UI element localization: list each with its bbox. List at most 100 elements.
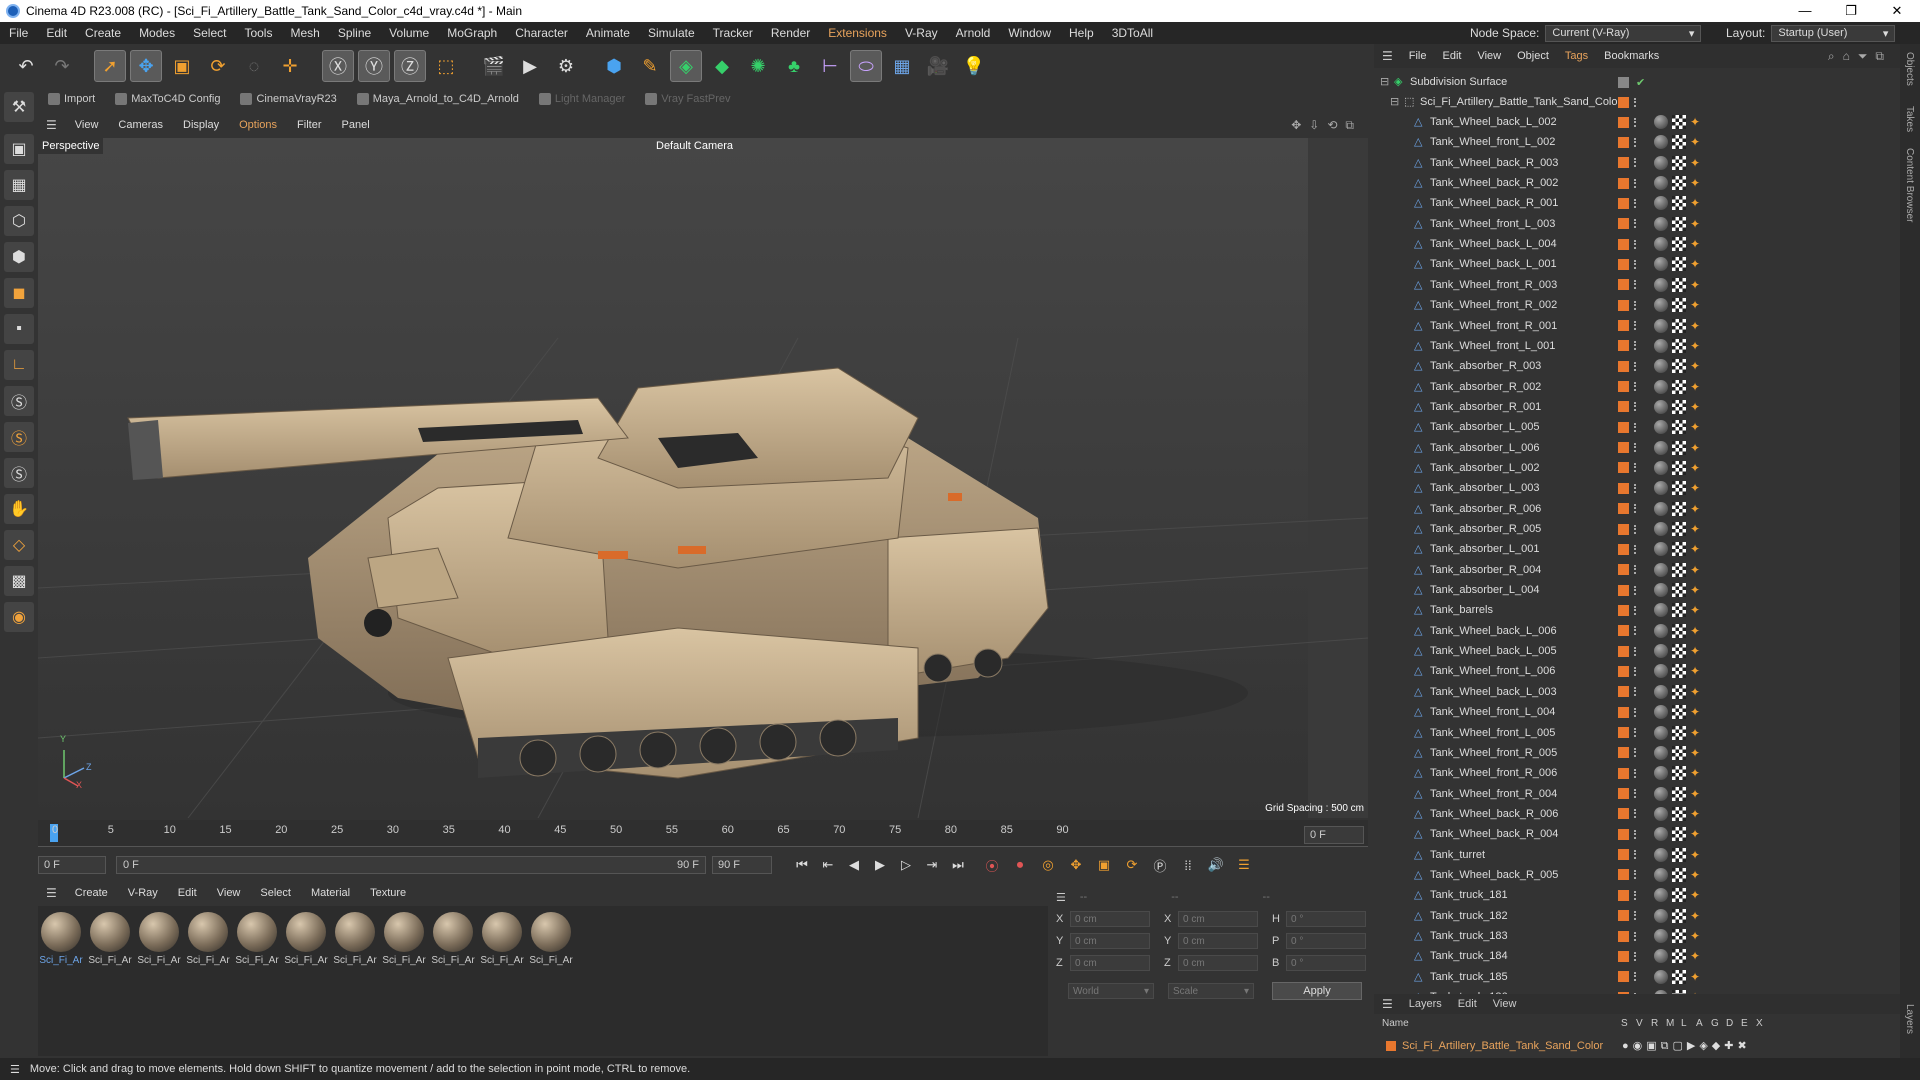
tree-row[interactable]: △ Tank_absorber_L_001 ✦: [1374, 539, 1884, 559]
material-tag-icon[interactable]: [1654, 318, 1668, 333]
uvw-tag-icon[interactable]: [1672, 827, 1686, 842]
tree-row[interactable]: △ Tank_Wheel_back_R_001 ✦: [1374, 193, 1884, 213]
tree-row[interactable]: △ Tank_Wheel_front_R_004 ✦: [1374, 784, 1884, 804]
material-menu-v-ray[interactable]: V-Ray: [118, 887, 168, 899]
layout-dropdown[interactable]: Startup (User) ▾: [1771, 24, 1896, 42]
viewport-menu-filter[interactable]: Filter: [287, 119, 331, 131]
menu-modes[interactable]: Modes: [130, 26, 184, 40]
tree-row-group[interactable]: ⊟ ⬚ Sci_Fi_Artillery_Battle_Tank_Sand_Co…: [1374, 92, 1884, 112]
tree-row[interactable]: △ Tank_truck_185 ✦: [1374, 967, 1884, 987]
tree-row[interactable]: △ Tank_Wheel_front_R_003 ✦: [1374, 275, 1884, 295]
layer-column-v[interactable]: V: [1636, 1018, 1643, 1029]
material-tag-icon[interactable]: [1654, 603, 1668, 618]
visibility-dots-icon[interactable]: [1634, 565, 1638, 575]
render-settings-icon[interactable]: ⚙: [550, 50, 582, 82]
menu-mesh[interactable]: Mesh: [281, 26, 328, 40]
visibility-dots-icon[interactable]: [1634, 341, 1638, 351]
phong-tag-icon[interactable]: ✦: [1690, 807, 1700, 821]
material-tag-icon[interactable]: [1654, 969, 1668, 984]
enabled-check-icon[interactable]: ✔: [1636, 76, 1645, 89]
visibility-dots-icon[interactable]: [1634, 219, 1638, 229]
tree-row[interactable]: △ Tank_Wheel_front_R_001 ✦: [1374, 316, 1884, 336]
frame-range-slider[interactable]: 0 F 90 F: [116, 856, 706, 874]
uv-mode-icon[interactable]: ▪: [4, 314, 34, 344]
visibility-dots-icon[interactable]: [1634, 870, 1638, 880]
coord-rotation-field[interactable]: 0 °: [1286, 933, 1366, 949]
visibility-dots-icon[interactable]: [1634, 321, 1638, 330]
close-button[interactable]: ✕: [1874, 0, 1920, 22]
material-menu-select[interactable]: Select: [250, 887, 301, 899]
visibility-dots-icon[interactable]: [1634, 768, 1638, 778]
uvw-tag-icon[interactable]: [1672, 399, 1686, 414]
tree-row[interactable]: △ Tank_truck_183 ✦: [1374, 926, 1884, 946]
material-tag-icon[interactable]: [1654, 867, 1668, 882]
menu-render[interactable]: Render: [762, 26, 819, 40]
material-tag-icon[interactable]: [1654, 115, 1668, 129]
add-object-icon[interactable]: ✛: [274, 50, 306, 82]
tab-takes[interactable]: Takes: [1904, 106, 1915, 132]
material-tag-icon[interactable]: [1654, 827, 1668, 842]
tree-row[interactable]: △ Tank_truck_184 ✦: [1374, 946, 1884, 966]
node-space-dropdown[interactable]: Current (V-Ray) ▾: [1545, 24, 1702, 42]
undo-icon[interactable]: ↶: [10, 50, 42, 82]
material-tag-icon[interactable]: [1654, 847, 1668, 862]
material-tag-icon[interactable]: [1654, 623, 1668, 638]
visibility-dots-icon[interactable]: [1634, 178, 1638, 188]
material-tag-icon[interactable]: [1654, 216, 1668, 231]
menu-help[interactable]: Help: [1060, 26, 1103, 40]
uvw-tag-icon[interactable]: [1672, 420, 1686, 435]
material-tag-icon[interactable]: [1654, 277, 1668, 292]
tree-row[interactable]: △ Tank_absorber_R_003 ✦: [1374, 356, 1884, 376]
uvw-tag-icon[interactable]: [1672, 745, 1686, 760]
menu-select[interactable]: Select: [184, 26, 235, 40]
phong-tag-icon[interactable]: ✦: [1690, 726, 1700, 740]
phong-tag-icon[interactable]: ✦: [1690, 644, 1700, 658]
uvw-tag-icon[interactable]: [1672, 522, 1686, 536]
tree-row[interactable]: △ Tank_Wheel_back_R_003 ✦: [1374, 153, 1884, 173]
tweak-mode-icon[interactable]: ✋: [4, 494, 34, 524]
field-icon[interactable]: ⬭: [850, 50, 882, 82]
coord-rotation-field[interactable]: 0 °: [1286, 955, 1366, 971]
visibility-dots-icon[interactable]: [1634, 137, 1638, 147]
snapping-icon[interactable]: Ⓢ: [4, 386, 34, 416]
phong-tag-icon[interactable]: ✦: [1690, 848, 1700, 862]
make-editable-icon[interactable]: ⚒: [4, 92, 34, 122]
object-menu-file[interactable]: File: [1401, 50, 1435, 62]
timeline-window-icon[interactable]: ☰: [1232, 854, 1256, 876]
tree-row[interactable]: △ Tank_Wheel_front_R_002 ✦: [1374, 295, 1884, 315]
tree-row[interactable]: △ Tank_Wheel_back_R_004 ✦: [1374, 824, 1884, 844]
visibility-dots-icon[interactable]: [1634, 911, 1638, 921]
key-scale-icon[interactable]: ▣: [1092, 854, 1116, 876]
coord-size-field[interactable]: 0 cm: [1178, 933, 1258, 949]
tree-row[interactable]: △ Tank_Wheel_back_L_002 ✦: [1374, 112, 1884, 132]
polygons-mode-icon[interactable]: ◼: [4, 278, 34, 308]
camera-icon[interactable]: 🎥: [922, 50, 954, 82]
uvw-tag-icon[interactable]: [1672, 644, 1686, 659]
tree-row[interactable]: △ Tank_absorber_L_006 ✦: [1374, 438, 1884, 458]
phong-tag-icon[interactable]: ✦: [1690, 563, 1700, 577]
layer-column-a[interactable]: A: [1696, 1018, 1703, 1029]
phong-tag-icon[interactable]: ✦: [1690, 949, 1700, 963]
visibility-dots-icon[interactable]: [1634, 585, 1638, 595]
tree-row[interactable]: △ Tank_Wheel_back_L_005 ✦: [1374, 641, 1884, 661]
coord-size-field[interactable]: 0 cm: [1178, 911, 1258, 927]
light-icon[interactable]: 💡: [958, 50, 990, 82]
rotate-tool-icon[interactable]: ⟳: [202, 50, 234, 82]
tree-row[interactable]: △ Tank_absorber_L_004 ✦: [1374, 580, 1884, 600]
subdivision-surface-icon[interactable]: ◈: [670, 50, 702, 82]
x-axis-lock-icon[interactable]: Ⓧ: [322, 50, 354, 82]
material-menu-create[interactable]: Create: [65, 887, 118, 899]
tree-row[interactable]: △ Tank_Wheel_front_L_003 ✦: [1374, 214, 1884, 234]
uvw-tag-icon[interactable]: [1672, 908, 1686, 923]
uvw-tag-icon[interactable]: [1672, 196, 1686, 211]
visibility-dots-icon[interactable]: [1634, 280, 1638, 290]
layer-column-d[interactable]: D: [1726, 1018, 1733, 1029]
perspective-viewport[interactable]: Perspective Default Camera Grid Spacing …: [38, 138, 1368, 818]
phong-tag-icon[interactable]: ✦: [1690, 298, 1700, 312]
select-tool-icon[interactable]: ➚: [94, 50, 126, 82]
material-tag-icon[interactable]: [1654, 644, 1668, 659]
layer-column-l[interactable]: L: [1681, 1018, 1687, 1029]
material-tag-icon[interactable]: [1654, 766, 1668, 781]
material-tag-icon[interactable]: [1654, 135, 1668, 150]
phong-tag-icon[interactable]: ✦: [1690, 827, 1700, 841]
